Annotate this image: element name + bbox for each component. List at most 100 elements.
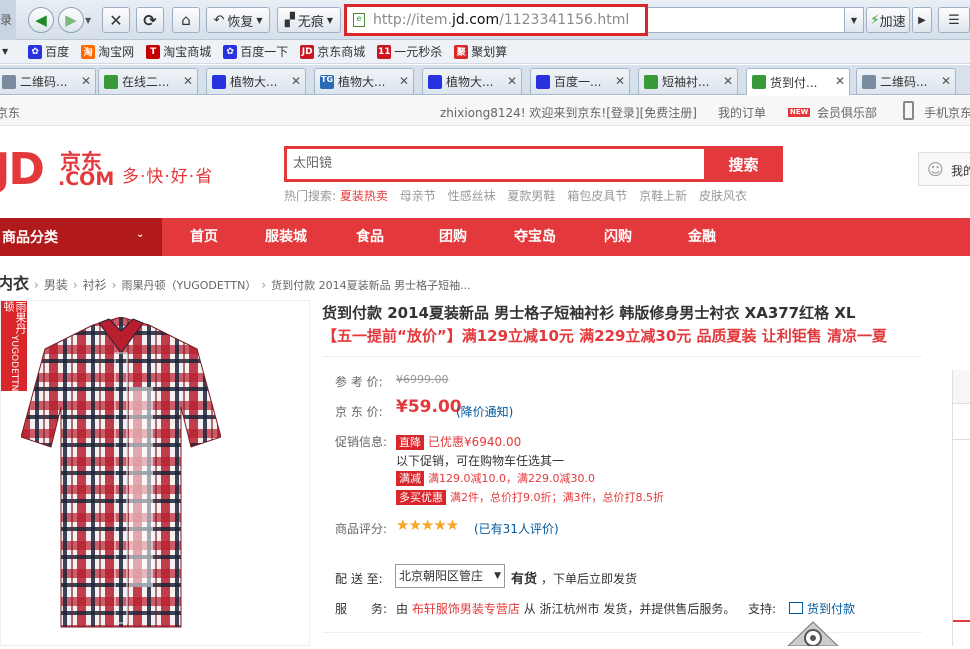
bookmark-taobao[interactable]: 淘淘宝网 [81, 43, 134, 60]
nav-treasure[interactable]: 夺宝岛 [514, 218, 556, 256]
page-icon: e [353, 13, 365, 27]
ship-to-label: 配 送 至: [335, 572, 383, 586]
category-menu[interactable]: 商品分类 ⌄ [0, 218, 162, 256]
close-tab-icon[interactable]: ✕ [723, 74, 733, 88]
restore-button[interactable]: ↶ 恢复 ▼ [206, 7, 270, 33]
price-notice-link[interactable]: (降价通知) [456, 403, 513, 420]
float-widget[interactable] [778, 620, 848, 647]
tab-2[interactable]: 植物大... ✕ [206, 68, 306, 94]
product-image[interactable]: 雨果丹顿 YUGODETTN [0, 300, 310, 646]
hot-search-item[interactable]: 皮肤风衣 [699, 189, 747, 203]
tab-6[interactable]: 短袖衬... ✕ [638, 68, 738, 94]
breadcrumb: 内衣 › 男装 › 衬衫 › 雨果丹顿（YUGODETTN） › 货到付款 2014夏装新品 男… [0, 270, 471, 294]
reviews-link[interactable]: (已有31人评价) [474, 520, 559, 537]
region-select[interactable]: 北京朝阳区管庄 ▼ [395, 564, 505, 588]
nav-group-buy[interactable]: 团购 [439, 218, 467, 256]
go-button[interactable]: ▶ [912, 7, 932, 33]
close-tab-icon[interactable]: ✕ [507, 74, 517, 88]
phone-icon [903, 101, 914, 120]
shop-link[interactable]: 布轩服饰男装专营店 [412, 602, 520, 616]
hot-search-item[interactable]: 夏装热卖 [340, 189, 388, 203]
tab-0[interactable]: 二维码... ✕ [0, 68, 96, 94]
lightning-icon: ⚡ [870, 12, 880, 28]
incognito-button[interactable]: ▞ 无痕 ▼ [277, 7, 341, 33]
page-icon [862, 74, 876, 89]
cod-badge[interactable]: 货到付款 [789, 600, 855, 617]
breadcrumb-item[interactable]: 衬衫 [83, 278, 107, 292]
hot-search-item[interactable]: 母亲节 [400, 189, 436, 203]
nav-clothing[interactable]: 服装城 [265, 218, 307, 256]
bookmark-label: 淘宝商城 [163, 45, 212, 59]
nav-flash-sale[interactable]: 闪购 [604, 218, 632, 256]
tab-8[interactable]: 二维码... ✕ [856, 68, 956, 94]
address-bar[interactable]: e http://item.jd.com/1123341156.html [344, 4, 648, 36]
my-orders-link[interactable]: 我的订单 [718, 104, 766, 121]
bookmark-jd[interactable]: JD 京东商城 [300, 43, 365, 60]
close-tab-icon[interactable]: ✕ [399, 74, 409, 88]
close-tab-icon[interactable]: ✕ [183, 74, 193, 88]
welcome-text: 欢迎来到京东! [529, 106, 607, 120]
tab-3[interactable]: TG 植物大... ✕ [314, 68, 414, 94]
brand-badge-latin: YUGODETTN [9, 334, 19, 391]
bookmark-baidu-search[interactable]: ✿ 百度一下 [223, 43, 288, 60]
hot-search-label: 热门搜索: [284, 189, 337, 203]
jd-price: ¥59.00 [396, 397, 462, 417]
bookmark-flash-sale[interactable]: 11 一元秒杀 [377, 43, 442, 60]
tab-7-active[interactable]: 货到付... ✕ [746, 68, 850, 95]
breadcrumb-root[interactable]: 内衣 [0, 274, 29, 293]
history-dropdown-icon[interactable]: ▼ [85, 16, 91, 25]
hot-search-item[interactable]: 箱包皮具节 [567, 189, 627, 203]
login-link[interactable]: [登录] [606, 106, 639, 120]
promo-line-3: 多买优惠 满2件，总价打9.0折；满3件，总价打8.5折 [396, 489, 664, 505]
arrow-left-icon: ◀ [35, 11, 47, 29]
bookmark-juhuasuan[interactable]: 聚聚划算 [454, 43, 507, 60]
close-tab-icon[interactable]: ✕ [81, 74, 91, 88]
back-button[interactable]: ◀ [28, 7, 54, 33]
category-label: 商品分类 [2, 230, 58, 246]
float-widget-icon [786, 621, 840, 647]
bookmark-tmall[interactable]: T 淘宝商城 [146, 43, 211, 60]
nav-home[interactable]: 首页 [190, 218, 218, 256]
bookmark-baidu[interactable]: ✿ 百度 [28, 43, 69, 60]
tab-4[interactable]: 植物大... ✕ [422, 68, 522, 94]
mobile-jd-link[interactable]: 手机京东 [924, 104, 970, 121]
address-dropdown[interactable]: ▼ [844, 7, 864, 33]
user-icon: ☺ [927, 160, 944, 179]
promo-line-1: 直降 已优惠¥6940.00 [396, 433, 521, 450]
nav-finance[interactable]: 金融 [688, 218, 716, 256]
hot-search-item[interactable]: 性感丝袜 [448, 189, 496, 203]
close-tab-icon[interactable]: ✕ [291, 74, 301, 88]
paw-icon: ✿ [223, 44, 238, 59]
service-label: 服 务: [335, 602, 388, 616]
search-button[interactable]: 搜索 [704, 146, 783, 182]
close-tab-icon[interactable]: ✕ [615, 74, 625, 88]
refresh-button[interactable]: ⟳ [136, 7, 164, 33]
address-bar-extension[interactable] [648, 7, 864, 33]
close-tab-icon[interactable]: ✕ [941, 74, 951, 88]
close-tab-icon[interactable]: ✕ [835, 74, 845, 88]
menu-button[interactable]: ☰ [938, 7, 970, 33]
search-input[interactable]: 太阳镜 [284, 146, 704, 182]
service-by: 由 [396, 602, 409, 616]
side-tab[interactable] [953, 620, 970, 646]
side-tab[interactable] [953, 370, 970, 404]
side-tab[interactable] [953, 404, 970, 440]
hot-search-item[interactable]: 京鞋上新 [639, 189, 687, 203]
home-icon: ⌂ [181, 11, 191, 29]
forward-button[interactable]: ▶ [58, 7, 84, 33]
register-link[interactable]: [免费注册] [640, 106, 697, 120]
play-icon: ▶ [918, 14, 926, 26]
breadcrumb-item[interactable]: 雨果丹顿（YUGODETTN） [121, 279, 256, 292]
member-club-link[interactable]: 会员俱乐部 [817, 104, 877, 121]
nav-food[interactable]: 食品 [356, 218, 384, 256]
service-from: 从 浙江杭州市 发货，并提供售后服务。 [523, 602, 736, 616]
home-button[interactable]: ⌂ [172, 7, 200, 33]
breadcrumb-item[interactable]: 男装 [44, 278, 68, 292]
tab-5[interactable]: 百度一... ✕ [530, 68, 630, 94]
tab-1[interactable]: 在线二... ✕ [98, 68, 198, 94]
flash-sale-icon: 11 [377, 44, 392, 59]
stop-button[interactable]: ✕ [102, 7, 130, 33]
hot-search-item[interactable]: 夏款男鞋 [507, 189, 555, 203]
my-account-button[interactable]: ☺ 我的 [918, 152, 970, 186]
accelerate-button[interactable]: ⚡ 加速 [866, 7, 910, 33]
